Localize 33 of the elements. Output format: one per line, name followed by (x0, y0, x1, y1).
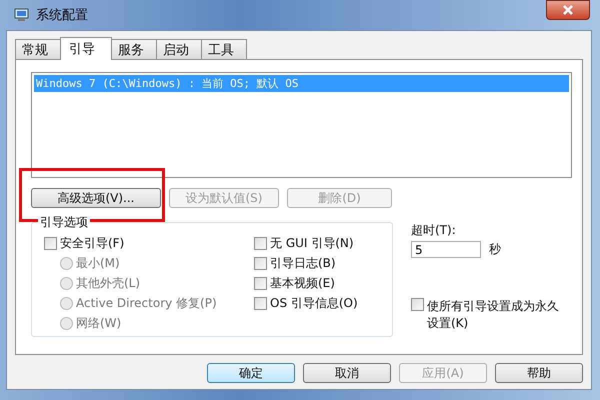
option-label: 其他外壳(L) (76, 275, 140, 292)
option-label: OS 引导信息(O) (270, 295, 358, 312)
checkbox[interactable] (411, 298, 424, 311)
timeout-label: 超时(T): (411, 222, 457, 239)
option-label: 引导日志(B) (270, 255, 336, 272)
option-label: 使所有引导设置成为永久设置(K) (427, 298, 560, 332)
option-label: 网络(W) (76, 315, 122, 332)
checkbox[interactable] (254, 237, 267, 250)
close-icon (563, 5, 573, 15)
boot-button[interactable]: 高级选项(V)... (31, 188, 161, 208)
close-button[interactable] (546, 0, 590, 20)
checkbox[interactable] (44, 237, 57, 250)
checkbox[interactable] (254, 277, 267, 290)
checkbox[interactable] (254, 297, 267, 310)
option-label: Active Directory 修复(P) (76, 295, 217, 312)
timeout-field[interactable]: 5 (411, 241, 481, 258)
window-title: 系统配置 (36, 7, 88, 24)
option-label: 无 GUI 引导(N) (270, 235, 354, 252)
option-label: 安全引导(F) (60, 235, 124, 252)
tab[interactable]: 工具 (201, 39, 247, 59)
dialog-button[interactable]: 确定 (207, 363, 295, 383)
dialog-button[interactable]: 取消 (303, 363, 391, 383)
tab[interactable]: 常规 (15, 39, 61, 59)
computer-icon (14, 7, 30, 23)
unit-label: 秒 (489, 241, 501, 258)
tab[interactable]: 引导 (60, 37, 112, 60)
group-title: 引导选项 (38, 214, 90, 231)
checkbox[interactable] (254, 257, 267, 270)
dialog-button[interactable]: 帮助 (495, 363, 583, 383)
option-label: 最小(M) (76, 255, 120, 272)
option-label: 基本视频(E) (270, 275, 335, 292)
tab[interactable]: 服务 (111, 39, 157, 59)
tab[interactable]: 启动 (156, 39, 202, 59)
